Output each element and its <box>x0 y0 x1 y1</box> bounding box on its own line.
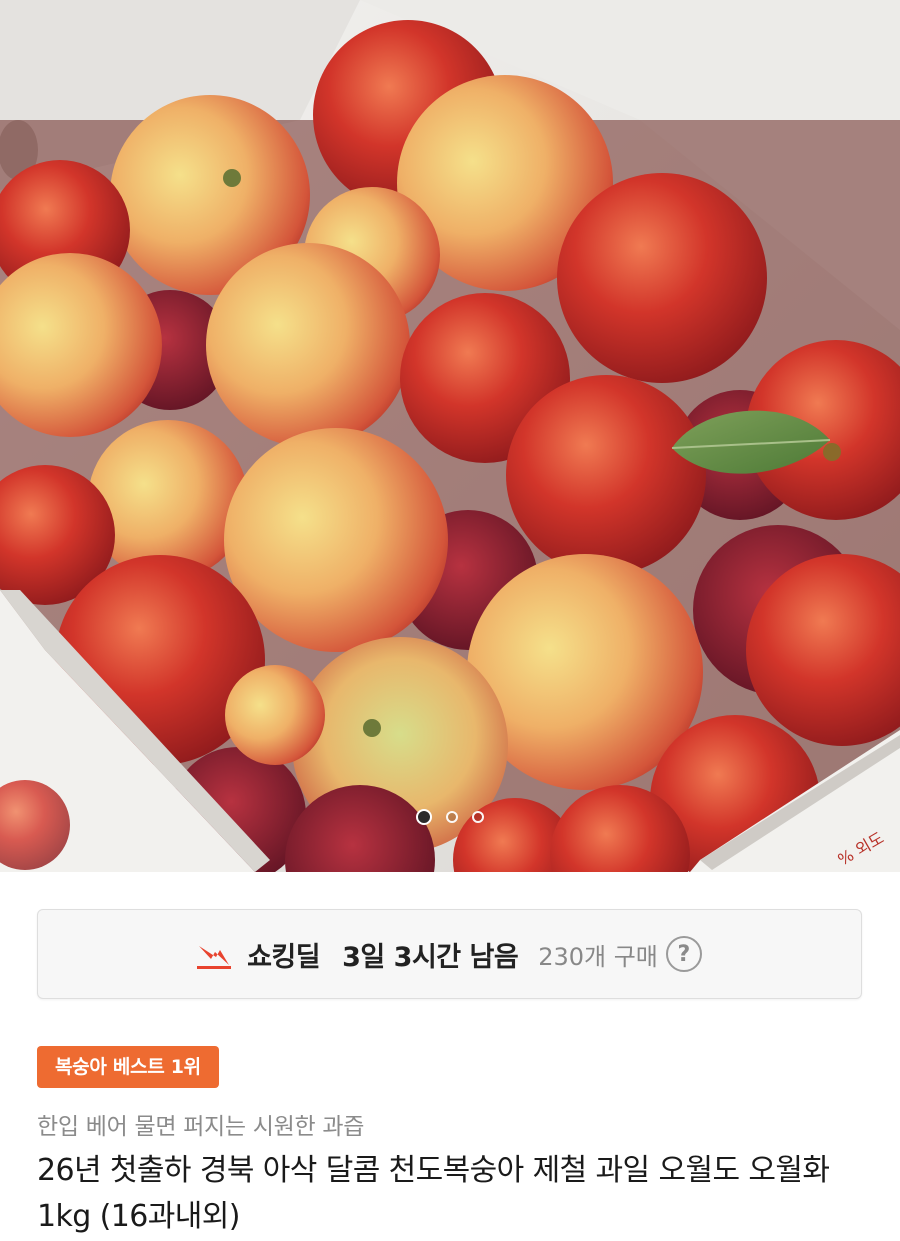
purchase-count: 230개 구매 <box>538 942 658 971</box>
deal-time-remaining: 3일 3시간 남음 <box>342 941 519 973</box>
help-icon[interactable]: ? <box>665 936 702 972</box>
product-subtitle: 한입 베어 물면 퍼지는 시원한 과즙 <box>37 1114 365 1140</box>
best-rank-badge: 복숭아 베스트 1위 <box>37 1046 219 1088</box>
product-image-carousel[interactable]: % 외도 <box>0 0 900 872</box>
carousel-dot-1[interactable] <box>416 809 432 825</box>
deal-title: 쇼킹딜 <box>247 941 321 973</box>
product-title: 26년 첫출하 경북 아삭 달콤 천도복숭아 제철 과일 오월도 오월화 1kg… <box>37 1153 830 1234</box>
lightning-bolt-icon <box>197 946 232 969</box>
carousel-dot-3[interactable] <box>472 811 484 823</box>
product-detail-page: % 외도 쇼킹딜 3일 3시간 남음 230개 구매 ? 복숭아 베스트 1위 … <box>0 0 900 1241</box>
shocking-deal-bar: 쇼킹딜 3일 3시간 남음 230개 구매 ? <box>37 909 862 999</box>
carousel-dot-2[interactable] <box>446 811 458 823</box>
carousel-indicator <box>0 808 900 828</box>
peach-box-photo: % 외도 <box>0 0 900 872</box>
